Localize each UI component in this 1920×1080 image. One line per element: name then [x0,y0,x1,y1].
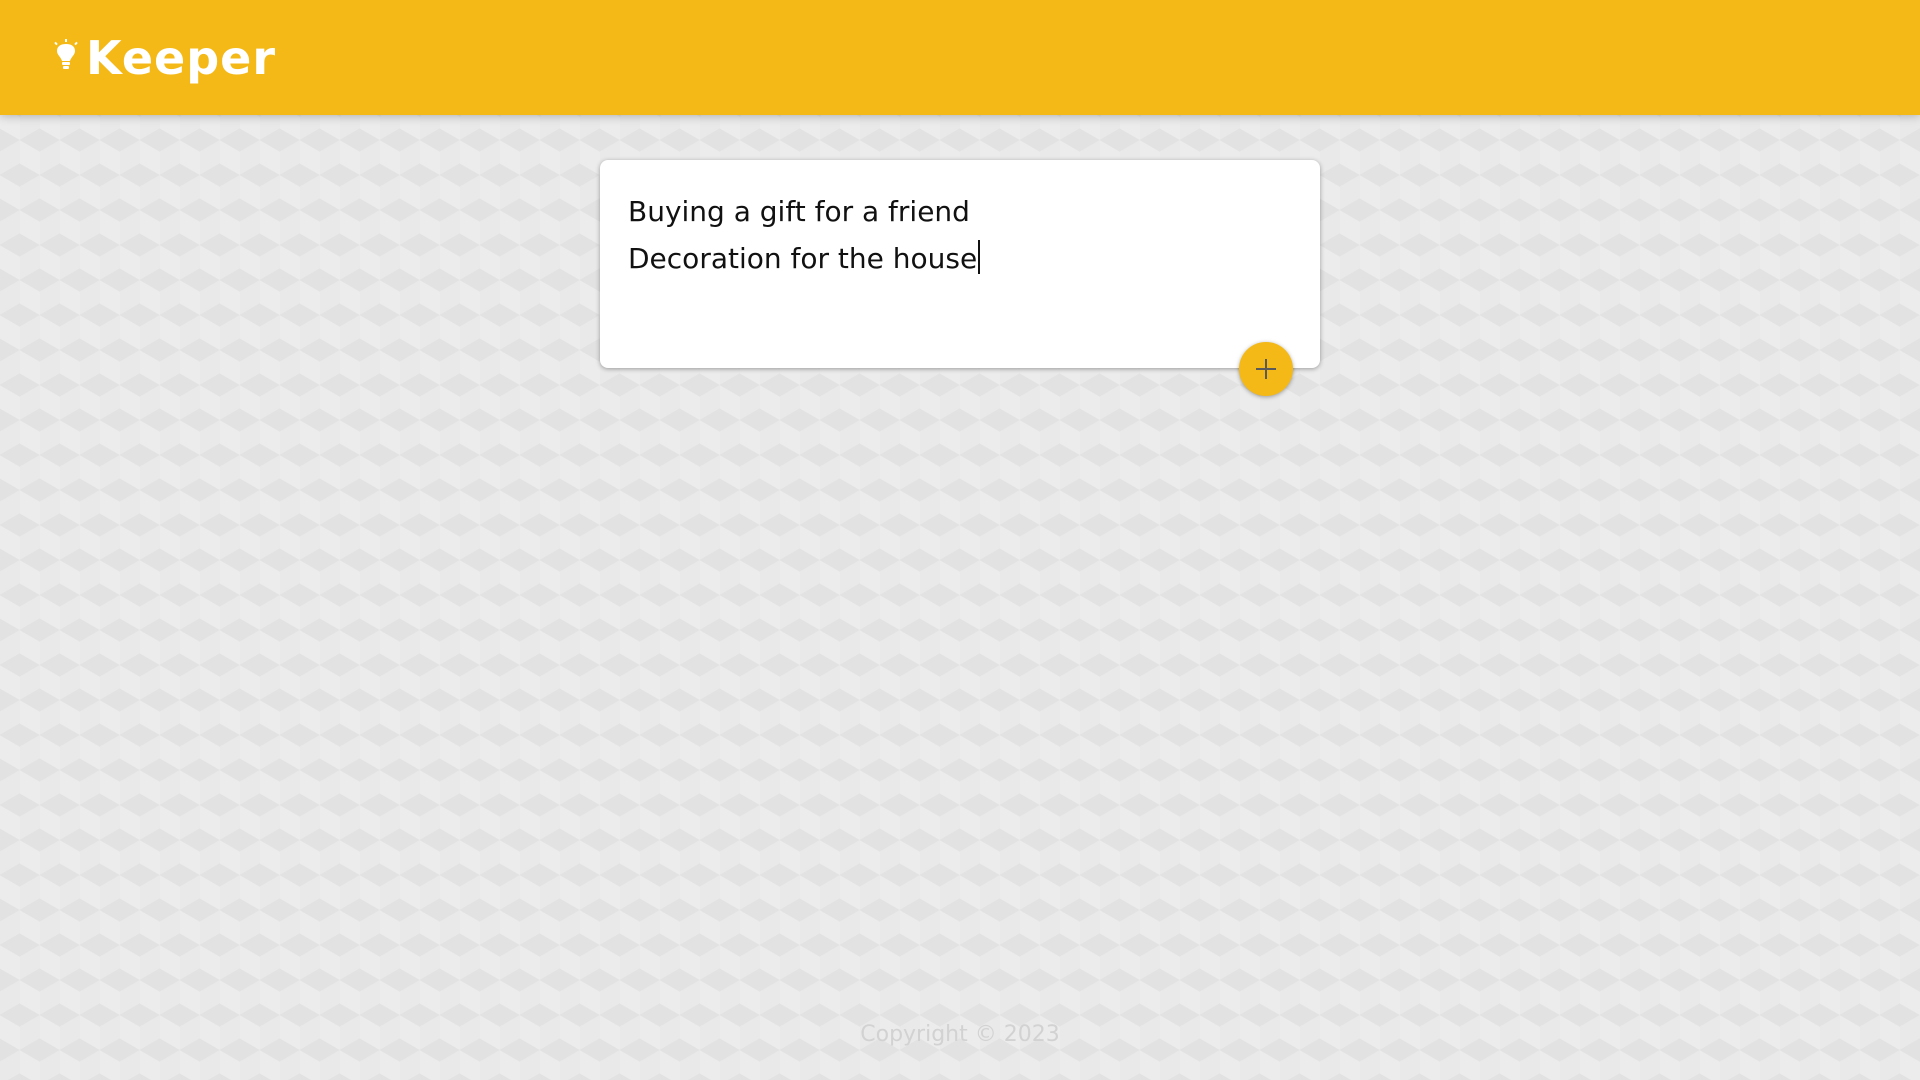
add-note-button[interactable] [1239,342,1293,396]
lightbulb-icon [54,38,78,69]
create-note-form[interactable]: Buying a gift for a friend Decoration fo… [600,160,1320,368]
plus-icon [1256,359,1276,379]
footer: Copyright © 2023 [0,1022,1920,1047]
app-title: Keeper [86,30,277,85]
note-title-input[interactable]: Buying a gift for a friend [628,188,1292,235]
app-header: Keeper [0,0,1920,115]
note-content-text: Decoration for the house [628,242,978,275]
brand: Keeper [52,31,276,85]
note-content-input[interactable]: Decoration for the house [628,235,1292,282]
copyright-text: Copyright © 2023 [860,1022,1060,1047]
text-caret [978,240,981,274]
